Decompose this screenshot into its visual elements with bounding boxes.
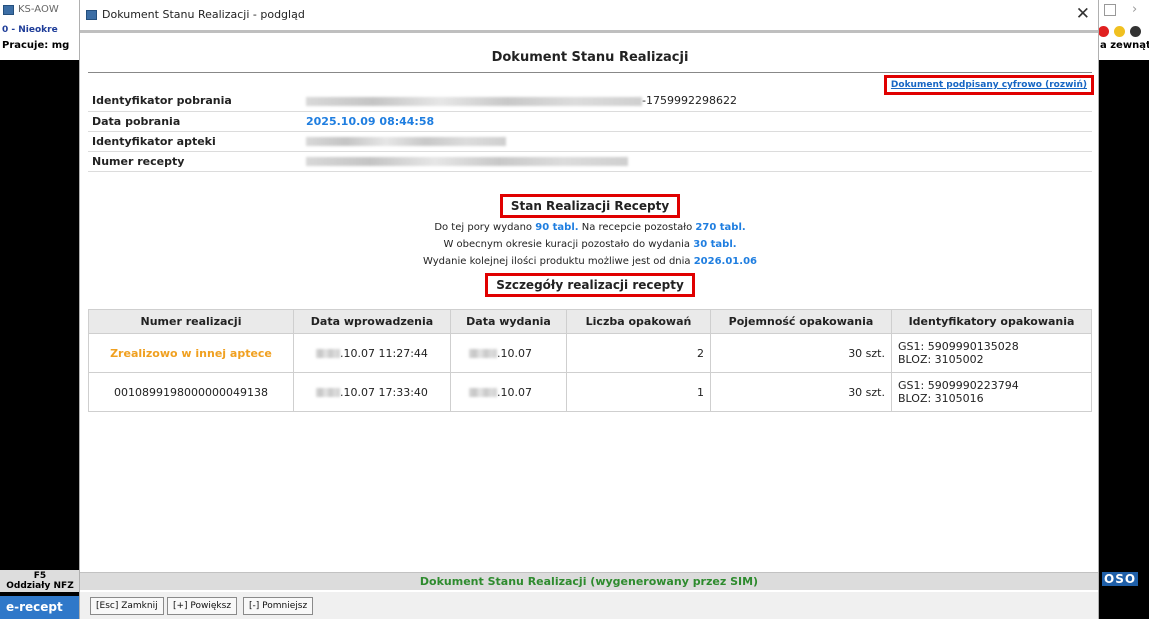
pharmacy-id-label: Identyfikator apteki [88,131,304,152]
gs1-code: GS1: 5909990223794 [898,379,1019,392]
close-icon[interactable]: › [1132,2,1137,17]
dialog-close-icon[interactable]: ✕ [1076,4,1090,24]
redacted-value [306,157,628,166]
gs1-code: GS1: 5909990135028 [898,340,1019,353]
entry-date: .10.07 11:27:44 [293,333,451,373]
close-button[interactable]: [Esc] Zamknij [90,597,164,615]
dialog-titlebar: Dokument Stanu Realizacji - podgląd ✕ [80,0,1098,30]
background-user-text: Pracuje: mg [2,40,70,51]
package-count: 2 [566,333,711,373]
yellow-status-dot-icon [1114,26,1125,37]
background-status-text: 0 - Nieokre [2,25,58,35]
package-count: 1 [566,372,711,412]
status-line-next-date: Wydanie kolejnej ilości produktu możliwe… [88,253,1092,270]
dialog-title: Dokument Stanu Realizacji - podgląd [102,8,305,21]
column-header: Pojemność opakowania [710,309,892,334]
dialog-window-icon [86,10,97,20]
f5-key: F5 [33,571,47,581]
status-line-period: W obecnym okresie kuracji pozostało do w… [88,236,1092,253]
prescription-number-label: Numer recepty [88,151,304,172]
table-header-row: Numer realizacji Data wprowadzenia Data … [88,309,1092,334]
download-date-label: Data pobrania [88,111,304,132]
column-header: Numer realizacji [88,309,294,334]
status-text: W obecnym okresie kuracji pozostało do w… [443,239,694,250]
status-section: Stan Realizacji Recepty Do tej pory wyda… [88,194,1092,297]
digital-signature-link[interactable]: Dokument podpisany cyfrowo (rozwiń) [883,75,1095,95]
f5-oddzialy-button[interactable]: F5 Oddziały NFZ [0,570,80,592]
dispensed-amount: 90 tabl. [535,222,579,233]
download-id-suffix: -1759992298622 [642,94,737,108]
download-date-value: 2025.10.09 08:44:58 [304,111,1092,132]
dispense-date-text: .10.07 [497,385,532,399]
document-content: Dokument Stanu Realizacji Dokument podpi… [80,30,1098,590]
package-capacity: 30 szt. [710,372,892,412]
background-right-text: a zewnąt [1100,40,1149,51]
realization-number: 0010899198000000049138 [88,372,294,412]
dark-status-dot-icon [1130,26,1141,37]
background-title: KS-AOW [18,4,59,15]
redacted-value [306,96,642,106]
redacted-value [316,388,341,397]
bloz-code: BLOZ: 3105016 [898,392,984,405]
column-header: Liczba opakowań [566,309,711,334]
redacted-value [469,388,497,397]
package-capacity: 30 szt. [710,333,892,373]
oso-logo: OSO [1102,572,1139,586]
bloz-code: BLOZ: 3105002 [898,353,984,366]
dispense-date-text: .10.07 [497,346,532,360]
maximize-icon[interactable] [1104,4,1116,16]
status-heading: Stan Realizacji Recepty [499,194,681,218]
info-row-download-id: Identyfikator pobrania -1759992298622 [88,91,1092,112]
realization-number: Zrealizowo w innej aptece [88,333,294,373]
zoom-out-button[interactable]: [-] Pomniejsz [243,597,314,615]
info-row-prescription-number: Numer recepty [88,151,1092,172]
package-identifiers: GS1: 5909990223794 BLOZ: 3105016 [891,372,1092,412]
redacted-value [306,137,506,146]
red-status-dot-icon [1098,26,1109,37]
pharmacy-id-value [304,131,1092,152]
info-row-download-date: Data pobrania 2025.10.09 08:44:58 [88,111,1092,132]
next-dispense-date: 2026.01.06 [693,256,757,267]
download-id-label: Identyfikator pobrania [88,91,304,112]
redacted-value [316,349,341,358]
period-remaining-amount: 30 tabl. [693,239,737,250]
details-heading: Szczegóły realizacji recepty [485,273,695,297]
document-info-table: Identyfikator pobrania -1759992298622 Da… [88,91,1092,172]
f5-label: Oddziały NFZ [6,581,74,591]
status-text: Do tej pory wydano [434,222,536,233]
entry-date-text: .10.07 17:33:40 [340,385,428,399]
remaining-amount: 270 tabl. [695,222,746,233]
realization-details-table: Numer realizacji Data wprowadzenia Data … [88,309,1092,412]
column-header: Identyfikatory opakowania [891,309,1092,334]
zoom-in-button[interactable]: [+] Powiększ [167,597,238,615]
status-line-dispensed: Do tej pory wydano 90 tabl. Na recepcie … [88,219,1092,236]
dispense-date: .10.07 [450,372,567,412]
app-window-icon [3,5,14,15]
table-row: 0010899198000000049138 .10.07 17:33:40 .… [88,372,1092,412]
redacted-value [469,349,497,358]
entry-date: .10.07 17:33:40 [293,372,451,412]
info-row-pharmacy-id: Identyfikator apteki [88,131,1092,152]
dialog-button-bar: [Esc] Zamknij [+] Powiększ [-] Pomniejsz [80,592,1098,619]
document-preview-dialog: Dokument Stanu Realizacji - podgląd ✕ Do… [79,0,1099,619]
document-status-bar: Dokument Stanu Realizacji (wygenerowany … [80,572,1098,590]
table-row: Zrealizowo w innej aptece .10.07 11:27:4… [88,333,1092,373]
prescription-number-value [304,151,1092,172]
column-header: Data wydania [450,309,567,334]
status-text: Wydanie kolejnej ilości produktu możliwe… [423,256,694,267]
e-recepta-button[interactable]: e-recept [0,596,80,619]
status-text: Na recepcie pozostało [578,222,696,233]
document-header: Dokument Stanu Realizacji [88,43,1092,73]
package-identifiers: GS1: 5909990135028 BLOZ: 3105002 [891,333,1092,373]
entry-date-text: .10.07 11:27:44 [340,346,428,360]
dispense-date: .10.07 [450,333,567,373]
column-header: Data wprowadzenia [293,309,451,334]
download-id-value: -1759992298622 [304,91,1092,112]
